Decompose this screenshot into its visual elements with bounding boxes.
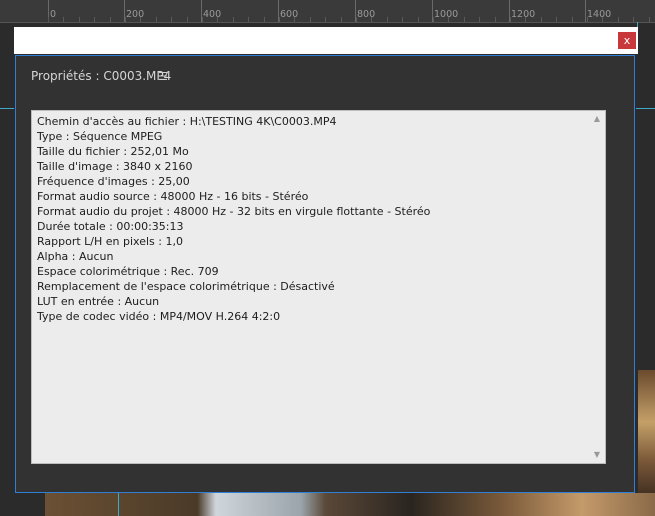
ruler-minor-tick <box>356 17 357 22</box>
ruler-minor-tick <box>479 17 480 22</box>
property-line: Rapport L/H en pixels : 1,0 <box>37 235 183 248</box>
close-button[interactable]: x <box>618 32 636 49</box>
ruler-label: 600 <box>280 9 299 20</box>
ruler-minor-tick <box>279 17 280 22</box>
ruler-minor-tick <box>541 17 542 22</box>
ruler-minor-tick <box>464 17 465 22</box>
ruler-minor-tick <box>48 17 49 22</box>
ruler-label: 1000 <box>434 9 459 20</box>
timeline-ruler[interactable]: 0 200 400 600 800 1000 1200 1400 <box>0 0 655 23</box>
property-line: Alpha : Aucun <box>37 250 114 263</box>
guide-line[interactable] <box>636 108 655 109</box>
ruler-minor-tick <box>448 17 449 22</box>
property-line: Espace colorimétrique : Rec. 709 <box>37 265 219 278</box>
ruler-minor-tick <box>525 17 526 22</box>
panel-menu-icon[interactable]: ☰ <box>158 70 168 83</box>
ruler-minor-tick <box>371 17 372 22</box>
ruler-minor-tick <box>79 17 80 22</box>
ruler-minor-tick <box>202 17 203 22</box>
ruler-minor-tick <box>187 17 188 22</box>
ruler-minor-tick <box>556 17 557 22</box>
property-line: LUT en entrée : Aucun <box>37 295 160 308</box>
ruler-minor-tick <box>433 17 434 22</box>
ruler-label: 400 <box>203 9 222 20</box>
ruler-minor-tick <box>233 17 234 22</box>
properties-text-area[interactable]: Chemin d'accès au fichier : H:\TESTING 4… <box>31 110 606 464</box>
ruler-label: 200 <box>126 9 145 20</box>
ruler-minor-tick <box>602 17 603 22</box>
ruler-minor-tick <box>649 17 650 22</box>
ruler-minor-tick <box>572 17 573 22</box>
video-frame-preview <box>45 493 655 516</box>
property-line: Chemin d'accès au fichier : H:\TESTING 4… <box>37 115 337 128</box>
window-titlebar[interactable] <box>14 27 638 54</box>
ruler-minor-tick <box>94 17 95 22</box>
property-line: Taille d'image : 3840 x 2160 <box>37 160 193 173</box>
ruler-minor-tick <box>63 17 64 22</box>
scroll-down-icon[interactable]: ▼ <box>592 450 602 460</box>
ruler-minor-tick <box>618 17 619 22</box>
panel-title: Propriétés : C0003.MP4 <box>31 69 172 83</box>
ruler-minor-tick <box>140 17 141 22</box>
guide-line[interactable] <box>0 108 14 109</box>
ruler-minor-tick <box>495 17 496 22</box>
ruler-minor-tick <box>125 17 126 22</box>
ruler-label: 800 <box>357 9 376 20</box>
ruler-label: 1200 <box>511 9 536 20</box>
property-line: Remplacement de l'espace colorimétrique … <box>37 280 335 293</box>
ruler-minor-tick <box>310 17 311 22</box>
ruler-minor-tick <box>633 17 634 22</box>
property-line: Durée totale : 00:00:35:13 <box>37 220 184 233</box>
ruler-minor-tick <box>402 17 403 22</box>
ruler-minor-tick <box>110 17 111 22</box>
ruler-minor-tick <box>171 17 172 22</box>
ruler-minor-tick <box>264 17 265 22</box>
ruler-minor-tick <box>418 17 419 22</box>
ruler-minor-tick <box>294 17 295 22</box>
video-frame-edge <box>638 370 655 500</box>
ruler-minor-tick <box>325 17 326 22</box>
ruler-minor-tick <box>156 17 157 22</box>
ruler-minor-tick <box>341 17 342 22</box>
ruler-minor-tick <box>217 17 218 22</box>
property-line: Format audio du projet : 48000 Hz - 32 b… <box>37 205 431 218</box>
property-line: Type de codec vidéo : MP4/MOV H.264 4:2:… <box>37 310 281 323</box>
properties-panel: Propriétés : C0003.MP4 ☰ Chemin d'accès … <box>15 55 635 493</box>
property-line: Taille du fichier : 252,01 Mo <box>37 145 189 158</box>
ruler-minor-tick <box>587 17 588 22</box>
ruler-label: 1400 <box>587 9 612 20</box>
property-line: Format audio source : 48000 Hz - 16 bits… <box>37 190 309 203</box>
ruler-minor-tick <box>510 17 511 22</box>
ruler-minor-tick <box>248 17 249 22</box>
ruler-minor-tick <box>387 17 388 22</box>
scroll-up-icon[interactable]: ▲ <box>592 114 602 124</box>
ruler-label: 0 <box>50 9 57 20</box>
guide-line[interactable] <box>118 493 119 516</box>
property-line: Fréquence d'images : 25,00 <box>37 175 190 188</box>
ruler-tick <box>585 0 586 22</box>
property-line: Type : Séquence MPEG <box>37 130 163 143</box>
